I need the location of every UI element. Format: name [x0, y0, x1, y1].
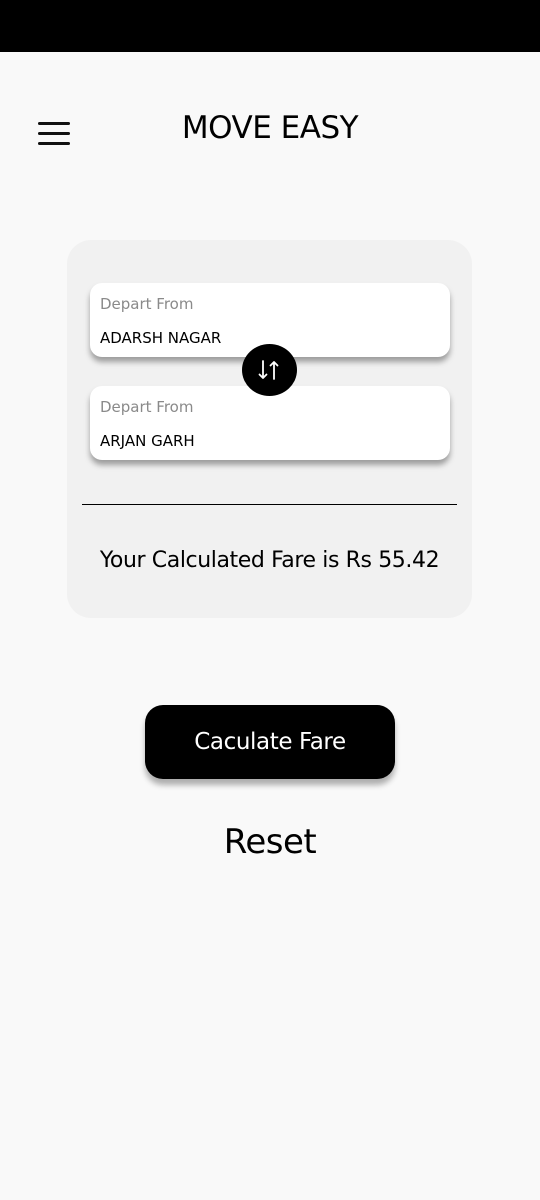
destination-value: ARJAN GARH	[100, 432, 195, 450]
depart-from-value: ADARSH NAGAR	[100, 329, 222, 347]
status-bar	[0, 0, 540, 52]
divider	[82, 504, 457, 505]
destination-field[interactable]: Depart From ARJAN GARH	[90, 386, 450, 460]
depart-from-label: Depart From	[100, 295, 194, 313]
swap-stations-button[interactable]	[242, 344, 297, 396]
calculate-fare-button[interactable]: Caculate Fare	[145, 705, 395, 779]
destination-label: Depart From	[100, 398, 194, 416]
swap-vertical-icon	[258, 360, 279, 380]
reset-button[interactable]: Reset	[0, 822, 540, 862]
app-title: MOVE EASY	[181, 110, 359, 146]
fare-result-text: Your Calculated Fare is Rs 55.42	[99, 548, 440, 573]
